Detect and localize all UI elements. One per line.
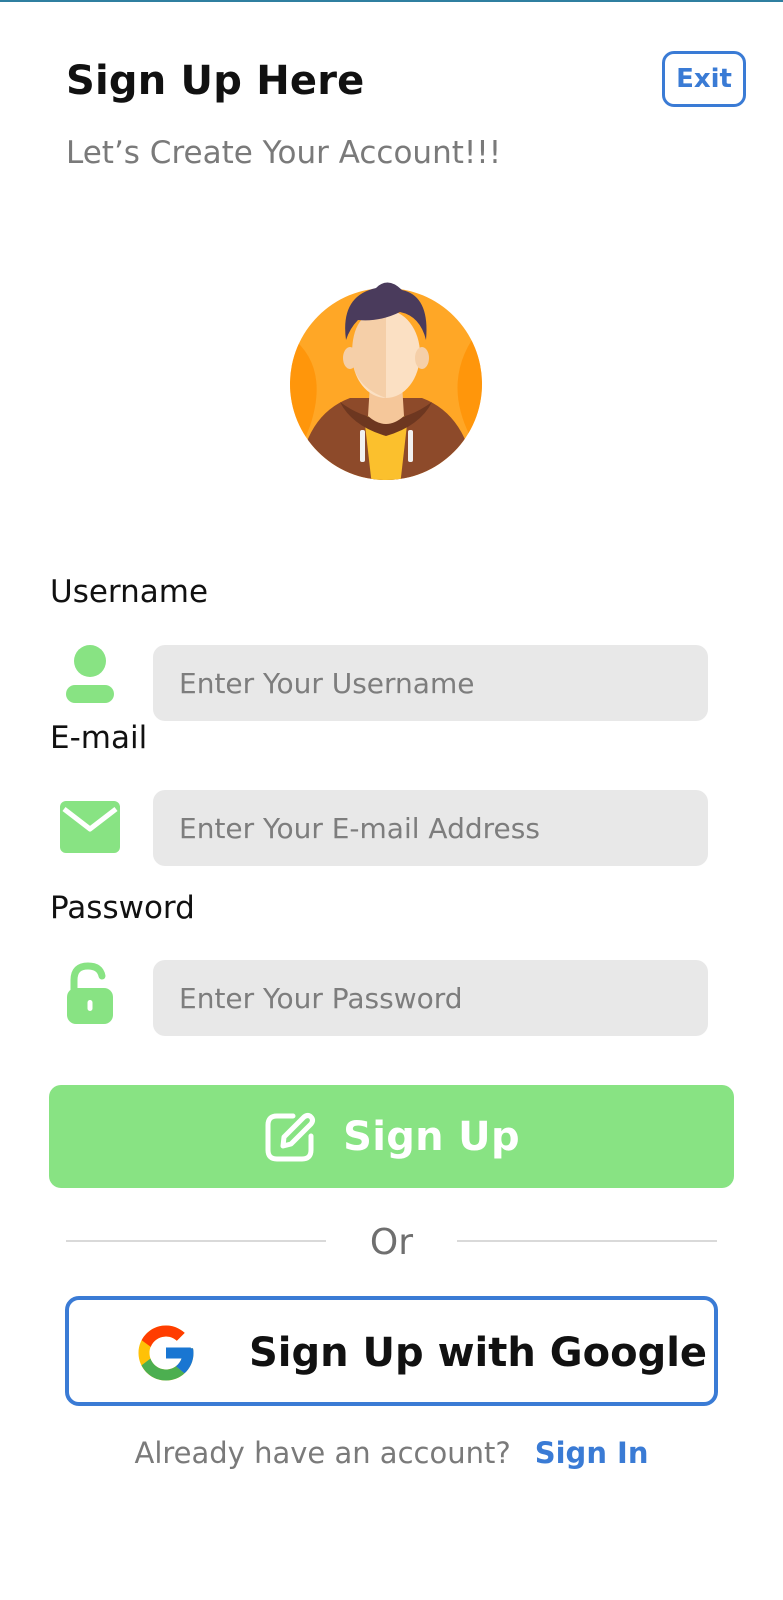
page-subtitle: Let’s Create Your Account!!!	[66, 135, 502, 171]
top-border	[0, 0, 783, 2]
divider-right	[457, 1240, 717, 1242]
signup-screen: Sign Up Here Let’s Create Your Account!!…	[0, 0, 783, 1600]
or-separator: Or	[369, 1222, 414, 1263]
username-input[interactable]	[153, 645, 708, 721]
signin-prompt-text: Already have an account?	[134, 1436, 511, 1470]
signin-link[interactable]: Sign In	[535, 1436, 649, 1470]
person-icon	[56, 640, 124, 708]
password-input[interactable]	[153, 960, 708, 1036]
signup-button[interactable]: Sign Up	[49, 1085, 734, 1188]
password-label: Password	[50, 890, 195, 926]
exit-button[interactable]: Exit	[662, 51, 746, 107]
page-title: Sign Up Here	[66, 58, 365, 104]
google-g-icon	[138, 1325, 194, 1381]
envelope-icon	[56, 793, 124, 861]
username-label: Username	[50, 574, 209, 610]
email-input[interactable]	[153, 790, 708, 866]
user-avatar-illustration	[290, 282, 482, 480]
unlocked-padlock-icon	[56, 960, 124, 1028]
email-label: E-mail	[50, 720, 148, 756]
signup-button-label: Sign Up	[343, 1113, 520, 1160]
signin-prompt-row: Already have an account? Sign In	[0, 1436, 783, 1470]
divider-left	[66, 1240, 326, 1242]
google-signup-label: Sign Up with Google	[249, 1330, 708, 1376]
edit-icon	[265, 1112, 316, 1161]
google-signup-button[interactable]: Sign Up with Google	[65, 1296, 718, 1406]
